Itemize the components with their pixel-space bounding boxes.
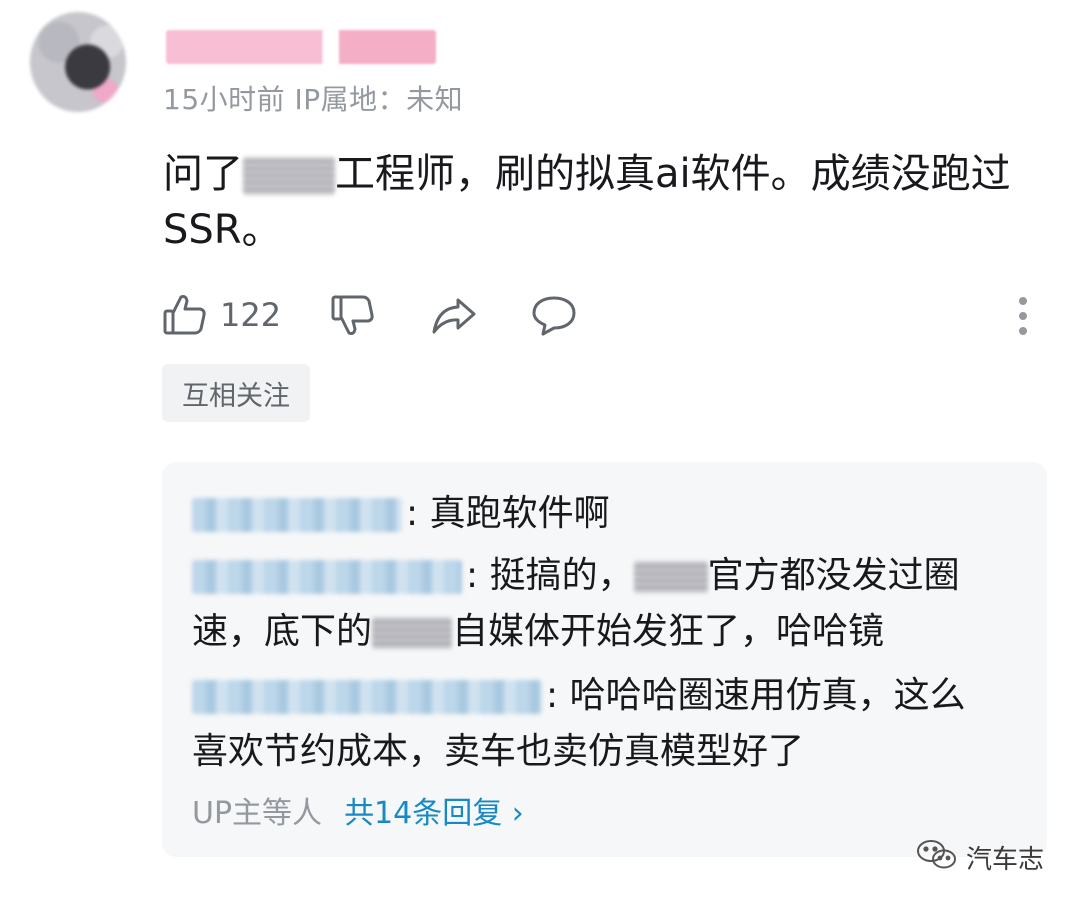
redacted-brand (372, 617, 453, 649)
reply-item[interactable]: : 真跑软件啊 (192, 486, 1012, 542)
view-replies-link[interactable]: 共14条回复 › (344, 796, 524, 831)
reply-username-redacted[interactable] (192, 680, 542, 714)
wechat-icon (916, 838, 958, 876)
reply-preview-box[interactable]: : 真跑软件啊 : 挺搞的， 官方都没发过圈 速，底下的 自媒体开始发狂了，哈哈镜 … (162, 462, 1047, 857)
thumb-down-icon[interactable] (330, 292, 376, 342)
watermark-text: 汽车志 (966, 844, 1045, 875)
redacted-brand (633, 561, 708, 593)
reply-item[interactable]: : 哈哈哈圈速用仿真，这么 喜欢节约成本，卖车也卖仿真模型好了 (192, 668, 1012, 780)
reply-username-redacted[interactable] (192, 498, 402, 532)
watermark: 汽车志 (916, 838, 1044, 876)
thumb-up-icon[interactable] (162, 292, 208, 342)
more-vertical-icon[interactable] (1010, 294, 1036, 338)
like-count: 122 (220, 296, 282, 334)
comment-actions (0, 292, 1080, 342)
redacted-brand (243, 157, 335, 195)
comment-icon[interactable] (530, 292, 578, 342)
mutual-follow-tag: 互相关注 (162, 364, 310, 422)
avatar[interactable] (30, 12, 126, 112)
username-redacted[interactable] (166, 30, 436, 64)
comment-meta: 15小时前 IP属地：未知 (163, 83, 464, 116)
reply-item[interactable]: : 挺搞的， 官方都没发过圈 速，底下的 自媒体开始发狂了，哈哈镜 (192, 548, 1012, 660)
comment-text: 问了 工程师，刷的拟真ai软件。成绩没跑过SSR。 (163, 151, 1011, 253)
share-icon[interactable] (430, 292, 478, 342)
reply-username-redacted[interactable] (192, 560, 462, 594)
reply-footer[interactable]: UP主等人 共14条回复 › (192, 788, 524, 832)
